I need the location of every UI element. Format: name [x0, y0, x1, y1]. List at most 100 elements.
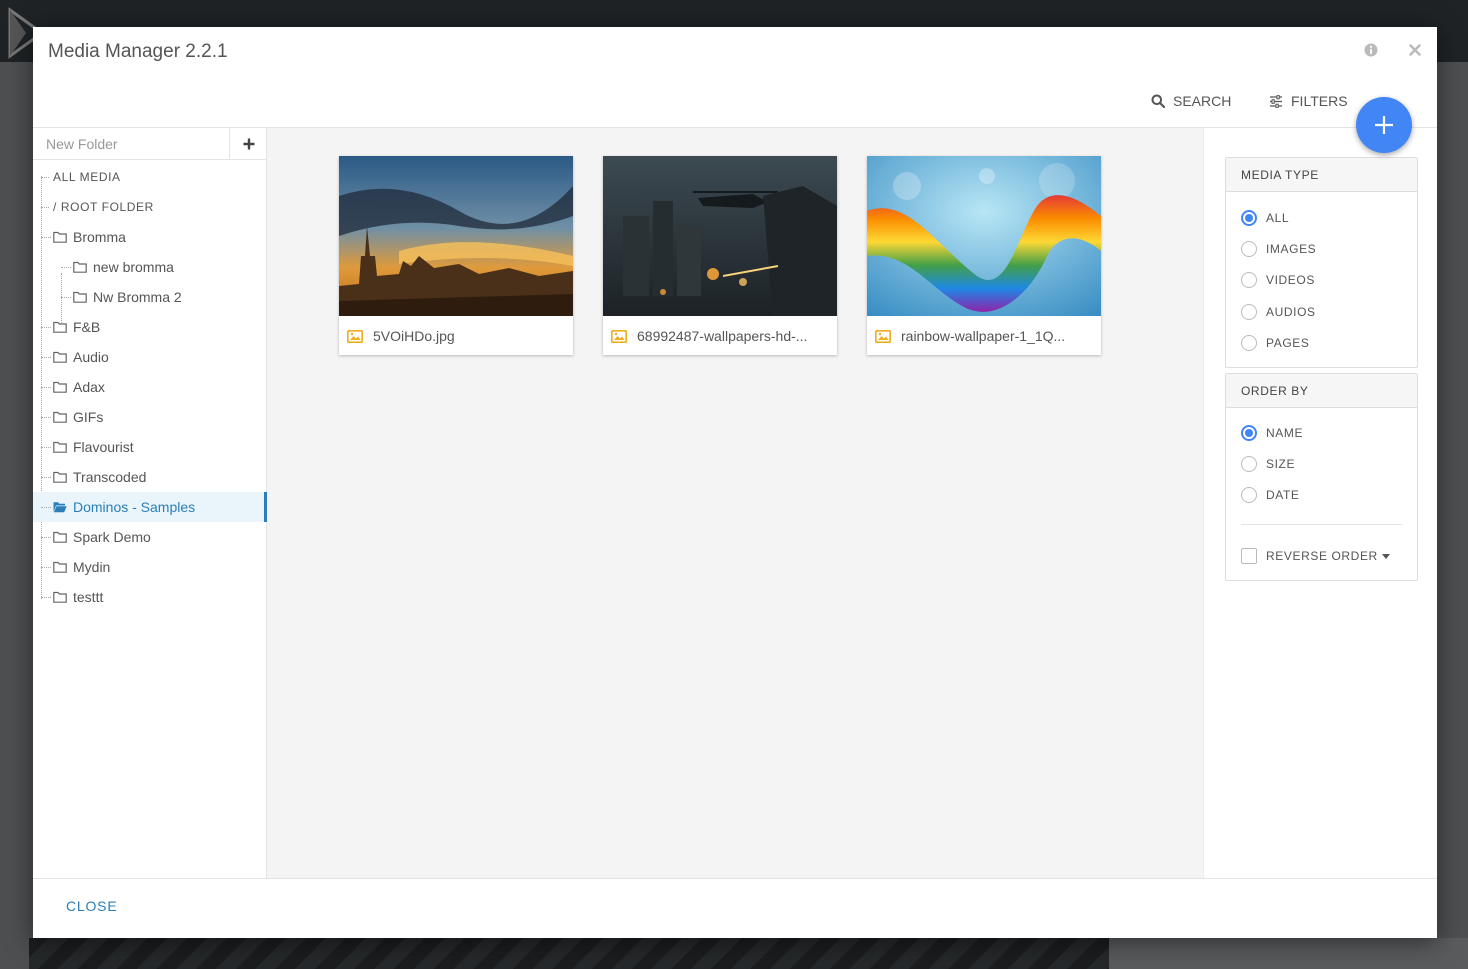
background-strip: [29, 938, 1109, 969]
reverse-order-toggle[interactable]: REVERSE ORDER: [1241, 547, 1390, 565]
reverse-order-label: REVERSE ORDER: [1266, 549, 1378, 563]
folder-icon: [53, 471, 67, 483]
filters-label: FILTERS: [1291, 93, 1348, 109]
media-type-option-images[interactable]: IMAGES: [1241, 240, 1316, 258]
sidebar-item-nw-bromma-2[interactable]: Nw Bromma 2: [33, 282, 267, 312]
add-media-button[interactable]: [1356, 97, 1412, 153]
folder-icon: [53, 411, 67, 423]
sidebar-item-f-and-b[interactable]: F&B: [33, 312, 267, 342]
search-icon: [1151, 94, 1165, 108]
sidebar-item-label: Spark Demo: [73, 529, 151, 545]
media-type-title: MEDIA TYPE: [1226, 158, 1417, 192]
sidebar-item-label: Audio: [73, 349, 109, 365]
info-circle-icon[interactable]: [1363, 42, 1379, 58]
order-by-panel: ORDER BY NAME SIZE DATE REVERSE ORDER: [1225, 373, 1418, 581]
media-manager-modal: Media Manager 2.2.1 SEARCH FILTERS New F…: [33, 27, 1437, 938]
search-button[interactable]: SEARCH: [1151, 93, 1231, 109]
close-icon[interactable]: [1407, 42, 1423, 58]
tree-connector: [41, 357, 51, 358]
option-label: DATE: [1266, 488, 1300, 502]
sidebar-item-bromma[interactable]: Bromma: [33, 222, 267, 252]
sidebar-item-new-bromma[interactable]: new bromma: [33, 252, 267, 282]
media-caption: rainbow-wallpaper-1_1Q...: [875, 326, 1095, 346]
tree-connector: [41, 597, 51, 598]
option-label: IMAGES: [1266, 242, 1317, 256]
folder-icon: [73, 291, 87, 303]
order-by-option-name[interactable]: NAME: [1241, 424, 1303, 442]
new-folder-input[interactable]: [33, 128, 230, 159]
radio[interactable]: [1241, 241, 1257, 257]
media-card[interactable]: 68992487-wallpapers-hd-...: [603, 156, 837, 355]
close-button[interactable]: CLOSE: [66, 898, 117, 914]
sidebar-item-label: Dominos - Samples: [73, 499, 196, 515]
media-grid: 5VOiHDo.jpg 68992487-wallpapers-hd-... r…: [267, 128, 1203, 878]
media-type-option-all[interactable]: ALL: [1241, 209, 1289, 227]
search-label: SEARCH: [1173, 93, 1232, 109]
sidebar-item-root-folder[interactable]: / ROOT FOLDER: [33, 192, 267, 222]
sidebar-item-mydin[interactable]: Mydin: [33, 552, 267, 582]
media-type-option-pages[interactable]: PAGES: [1241, 334, 1309, 352]
folder-icon: [53, 591, 67, 603]
order-by-title: ORDER BY: [1226, 374, 1417, 408]
add-folder-button[interactable]: [230, 128, 267, 159]
sidebar-item-label: Transcoded: [73, 469, 147, 485]
media-thumbnail: [867, 156, 1101, 316]
sliders-icon: [1270, 94, 1282, 108]
folder-icon: [53, 231, 67, 243]
tree-connector: [41, 327, 51, 328]
sidebar-item-transcoded[interactable]: Transcoded: [33, 462, 267, 492]
folder-icon: [53, 351, 67, 363]
sidebar-item-all-media[interactable]: ALL MEDIA: [33, 162, 267, 192]
tree-connector: [61, 297, 71, 298]
radio[interactable]: [1241, 272, 1257, 288]
filters-button[interactable]: FILTERS: [1269, 93, 1348, 109]
tree-connector: [61, 267, 71, 268]
divider: [33, 878, 1437, 879]
reverse-order-checkbox[interactable]: [1241, 548, 1257, 564]
folder-icon: [53, 531, 67, 543]
tree-connector: [41, 477, 51, 478]
option-label: VIDEOS: [1266, 273, 1315, 287]
tree-connector: [41, 387, 51, 388]
image-file-icon: [875, 329, 891, 343]
media-card[interactable]: 5VOiHDo.jpg: [339, 156, 573, 355]
media-type-panel: MEDIA TYPE ALL IMAGES VIDEOS AUDIOS PAGE…: [1225, 157, 1418, 368]
folder-icon: [53, 561, 67, 573]
modal-title: Media Manager 2.2.1: [48, 41, 228, 62]
sidebar-item-label: Flavourist: [73, 439, 134, 455]
option-label: ALL: [1266, 211, 1290, 225]
sidebar-item-label: GIFs: [73, 409, 104, 425]
tree-connector: [41, 237, 51, 238]
radio[interactable]: [1241, 335, 1257, 351]
sidebar-item-audio[interactable]: Audio: [33, 342, 267, 372]
media-card[interactable]: rainbow-wallpaper-1_1Q...: [867, 156, 1101, 355]
sidebar-item-testtt[interactable]: testtt: [33, 582, 267, 612]
divider: [1241, 524, 1402, 525]
tree-connector: [41, 507, 51, 508]
order-by-option-date[interactable]: DATE: [1241, 486, 1300, 504]
radio[interactable]: [1241, 487, 1257, 503]
tree-connector: [41, 177, 49, 178]
folder-icon: [53, 381, 67, 393]
media-type-option-audios[interactable]: AUDIOS: [1241, 303, 1316, 321]
option-label: NAME: [1266, 426, 1304, 440]
sidebar-item-spark-demo[interactable]: Spark Demo: [33, 522, 267, 552]
radio[interactable]: [1241, 304, 1257, 320]
sidebar-item-flavourist[interactable]: Flavourist: [33, 432, 267, 462]
media-type-option-videos[interactable]: VIDEOS: [1241, 271, 1315, 289]
radio-selected[interactable]: [1241, 210, 1257, 226]
sidebar-item-label: new bromma: [93, 259, 174, 275]
order-by-option-size[interactable]: SIZE: [1241, 455, 1295, 473]
media-filename: 5VOiHDo.jpg: [373, 328, 455, 344]
option-label: SIZE: [1266, 457, 1296, 471]
sidebar-item-adax[interactable]: Adax: [33, 372, 267, 402]
folder-icon: [53, 321, 67, 333]
radio-selected[interactable]: [1241, 425, 1257, 441]
sidebar-item-dominos-samples[interactable]: Dominos - Samples: [33, 492, 267, 522]
radio[interactable]: [1241, 456, 1257, 472]
plus-icon: [243, 138, 254, 149]
media-thumbnail: [603, 156, 837, 316]
sidebar-item-gifs[interactable]: GIFs: [33, 402, 267, 432]
plus-icon: [1375, 116, 1393, 134]
folder-open-icon: [53, 502, 67, 513]
